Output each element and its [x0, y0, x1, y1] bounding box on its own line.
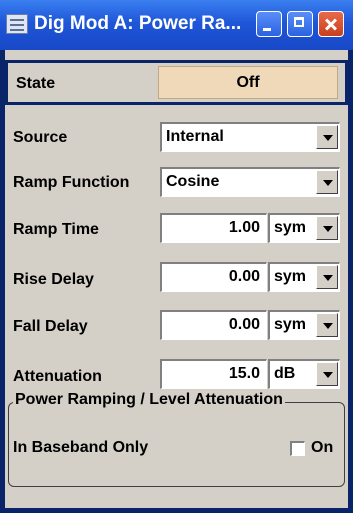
chevron-down-icon[interactable]: [316, 313, 338, 337]
fall-delay-unit: sym: [274, 316, 307, 333]
ramp-function-label: Ramp Function: [13, 174, 130, 191]
title-bar[interactable]: Dig Mod A: Power Ra...: [0, 0, 353, 50]
ramp-time-label: Ramp Time: [13, 221, 99, 238]
source-select[interactable]: Internal: [160, 122, 340, 152]
chevron-down-icon[interactable]: [316, 265, 338, 289]
minimize-icon[interactable]: [256, 11, 282, 37]
attenuation-label: Attenuation: [13, 368, 102, 385]
baseband-only-checkbox[interactable]: [290, 441, 305, 456]
ramp-time-unit: sym: [274, 219, 307, 236]
source-label: Source: [13, 129, 68, 146]
ramp-function-select[interactable]: Cosine: [160, 167, 340, 197]
chevron-down-icon[interactable]: [316, 170, 338, 194]
baseband-only-label: In Baseband Only: [13, 439, 149, 456]
ramp-time-unit-select[interactable]: sym: [268, 213, 340, 243]
ramp-function-value: Cosine: [166, 173, 220, 190]
source-value: Internal: [166, 128, 224, 145]
state-row: State Off: [5, 60, 348, 105]
ramp-time-input[interactable]: 1.00: [160, 213, 267, 243]
fall-delay-input[interactable]: 0.00: [160, 310, 267, 340]
dialog-body: State Off Source Internal Ramp Function …: [5, 50, 348, 508]
close-icon[interactable]: [318, 11, 344, 37]
fall-delay-label: Fall Delay: [13, 318, 88, 335]
attenuation-unit-select[interactable]: dB: [268, 359, 340, 389]
attenuation-unit: dB: [274, 365, 296, 382]
fall-delay-value: 0.00: [228, 316, 260, 333]
rise-delay-value: 0.00: [228, 268, 260, 285]
fall-delay-unit-select[interactable]: sym: [268, 310, 340, 340]
state-toggle-button[interactable]: Off: [158, 66, 338, 99]
chevron-down-icon[interactable]: [316, 125, 338, 149]
group-title: Power Ramping / Level Attenuation: [13, 391, 285, 409]
maximize-icon[interactable]: [287, 11, 313, 37]
state-label: State: [16, 75, 56, 92]
rise-delay-unit-select[interactable]: sym: [268, 262, 340, 292]
rise-delay-input[interactable]: 0.00: [160, 262, 267, 292]
attenuation-input[interactable]: 15.0: [160, 359, 267, 389]
checkbox-on-label: On: [311, 439, 334, 456]
window-menu-icon[interactable]: [6, 14, 28, 34]
rise-delay-unit: sym: [274, 268, 307, 285]
window-title: Dig Mod A: Power Ra...: [34, 13, 242, 34]
chevron-down-icon[interactable]: [316, 362, 338, 386]
attenuation-value: 15.0: [228, 365, 260, 382]
rise-delay-label: Rise Delay: [13, 271, 94, 288]
chevron-down-icon[interactable]: [316, 216, 338, 240]
dialog-window: Dig Mod A: Power Ra... State Off Source …: [0, 0, 353, 513]
ramp-time-value: 1.00: [228, 219, 260, 236]
